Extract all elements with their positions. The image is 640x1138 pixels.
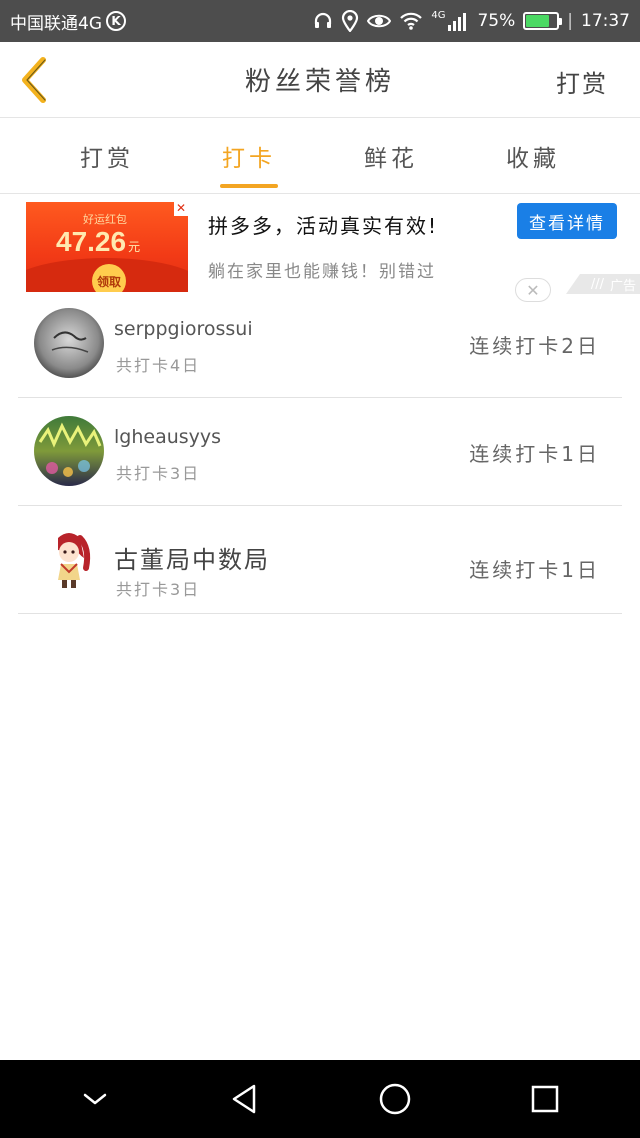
fan-total-checkins: 共打卡3日 — [116, 580, 201, 599]
ad-details-button[interactable]: 查看详情 — [517, 203, 617, 239]
ad-amount-value: 47.26 — [56, 226, 127, 257]
avatar-image — [34, 416, 104, 486]
clock: 17:37 — [581, 11, 630, 31]
ad-image-caption: 好运红包 — [83, 213, 127, 226]
signal-icon: 4G — [431, 11, 469, 31]
reward-button[interactable]: 打赏 — [556, 64, 608, 99]
ad-image[interactable]: 好运红包 47.26 元 领取 ✕ — [26, 202, 188, 292]
status-right: 4G 75% | 17:37 — [313, 10, 630, 32]
fan-total-checkins: 共打卡3日 — [116, 464, 201, 483]
carrier-badge: K — [106, 11, 126, 31]
avatar[interactable] — [34, 524, 104, 594]
tab-flowers[interactable]: 鲜花 — [320, 118, 462, 194]
fan-name: 古董局中数局 — [114, 546, 270, 574]
battery-icon — [523, 12, 563, 30]
back-triangle-icon — [232, 1084, 256, 1114]
tab-favorites[interactable]: 收藏 — [462, 118, 604, 194]
avatar-image — [34, 524, 104, 594]
fan-streak: 连续打卡1日 — [469, 558, 600, 582]
fan-total-checkins: 共打卡4日 — [116, 356, 201, 375]
battery-percent: 75% — [477, 11, 516, 31]
eye-icon — [367, 14, 392, 28]
recents-button[interactable] — [515, 1069, 575, 1129]
wifi-icon — [400, 12, 423, 30]
network-label: 4G — [431, 10, 446, 21]
tab-checkin[interactable]: 打卡 — [178, 118, 320, 194]
home-button[interactable] — [365, 1069, 425, 1129]
tab-reward[interactable]: 打赏 — [36, 118, 178, 194]
list-item[interactable]: serppgiorossui 共打卡4日 连续打卡2日 — [18, 290, 622, 398]
avatar[interactable] — [34, 416, 104, 486]
fan-name: lgheausyys — [114, 426, 222, 448]
page-title: 粉丝荣誉榜 — [244, 67, 395, 97]
avatar-image — [34, 308, 104, 378]
home-circle-icon — [379, 1083, 411, 1115]
status-bar: 中国联通4G K 4G 75% | 17:37 — [0, 0, 640, 42]
back-button[interactable] — [12, 56, 56, 104]
status-left: 中国联通4G K — [10, 9, 126, 34]
battery-fill — [526, 15, 549, 27]
list-item[interactable]: lgheausyys 共打卡3日 连续打卡1日 — [18, 398, 622, 506]
ad-banner[interactable]: 好运红包 47.26 元 领取 ✕ 拼多多，活动真实有效! 躺在家里也能赚钱！别错… — [0, 194, 640, 302]
tab-bar: 打赏 打卡 鲜花 收藏 — [0, 118, 640, 194]
ad-image-amount: 47.26 元 — [56, 226, 140, 258]
fan-streak: 连续打卡2日 — [469, 334, 600, 358]
collapse-icon — [83, 1093, 107, 1105]
list-item[interactable]: 古董局中数局 共打卡3日 连续打卡1日 — [18, 506, 622, 614]
ad-subtext: 躺在家里也能赚钱！别错过 — [208, 262, 436, 282]
fans-list: serppgiorossui 共打卡4日 连续打卡2日 lgheausyys 共… — [18, 290, 622, 614]
ad-image-close-icon[interactable]: ✕ — [174, 202, 188, 216]
ad-headline: 拼多多，活动真实有效! — [208, 214, 439, 238]
recents-square-icon — [531, 1085, 559, 1113]
system-nav-bar — [0, 1060, 640, 1138]
fan-name: serppgiorossui — [114, 318, 253, 340]
chevron-left-icon — [22, 57, 46, 103]
carrier-label: 中国联通4G — [10, 13, 102, 34]
ad-image-claim-button: 领取 — [92, 264, 126, 292]
location-icon — [342, 10, 359, 32]
status-divider: | — [567, 11, 573, 31]
collapse-button[interactable] — [65, 1069, 125, 1129]
headphones-icon — [315, 12, 332, 28]
back-nav-button[interactable] — [215, 1069, 275, 1129]
avatar[interactable] — [34, 308, 104, 378]
fan-streak: 连续打卡1日 — [469, 442, 600, 466]
header: 粉丝荣誉榜 打赏 — [0, 42, 640, 118]
ad-amount-unit: 元 — [128, 240, 141, 254]
